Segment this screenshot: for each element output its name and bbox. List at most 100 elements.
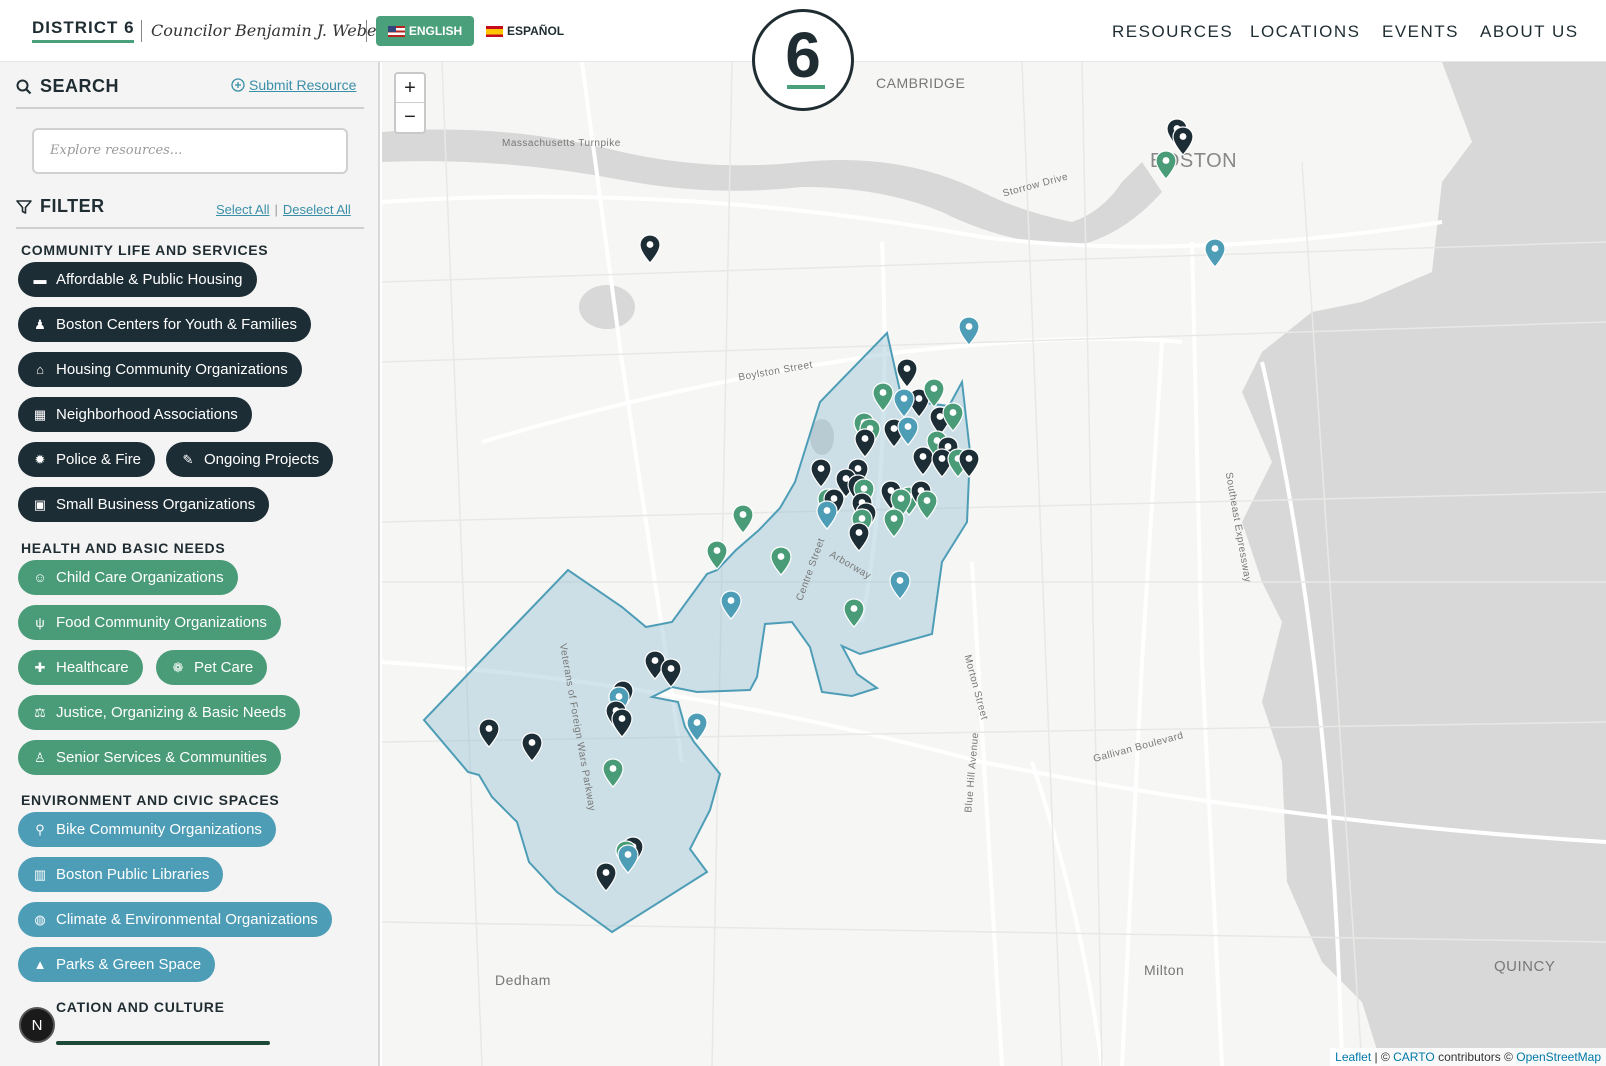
submit-resource-label: Submit Resource	[249, 77, 357, 93]
map-marker-icon[interactable]	[893, 388, 915, 418]
english-language-button[interactable]: ENGLISH	[376, 16, 474, 46]
nav-resources[interactable]: RESOURCES	[1112, 22, 1233, 42]
zoom-in-button[interactable]: +	[396, 74, 424, 103]
map-marker-icon[interactable]	[720, 590, 742, 620]
next-category-pill	[56, 1041, 270, 1045]
map-marker-icon[interactable]	[1155, 150, 1177, 180]
utensils-icon: ψ	[35, 615, 45, 630]
map-marker-icon[interactable]	[686, 712, 708, 742]
home-icon: ⌂	[36, 362, 44, 377]
map-marker-icon[interactable]	[770, 546, 792, 576]
nav-about-us[interactable]: ABOUT US	[1480, 22, 1579, 42]
filter-affordable-housing[interactable]: ▬ Affordable & Public Housing	[18, 262, 257, 297]
map-marker-icon[interactable]	[958, 316, 980, 346]
map-attribution: Leaflet | © CARTO contributors © OpenStr…	[1330, 1048, 1606, 1066]
category-heading: CATION AND CULTURE	[56, 999, 225, 1015]
map-marker-icon[interactable]	[602, 758, 624, 788]
nav-events[interactable]: EVENTS	[1382, 22, 1459, 42]
filter-libraries[interactable]: ▥ Boston Public Libraries	[18, 857, 224, 892]
filter-label: Senior Services & Communities	[56, 749, 267, 766]
map-marker-icon[interactable]	[872, 382, 894, 412]
map-marker-icon[interactable]	[732, 504, 754, 534]
filter-bike-orgs[interactable]: ⚲ Bike Community Organizations	[18, 812, 276, 847]
filter-climate-orgs[interactable]: ◍ Climate & Environmental Organizations	[18, 902, 332, 937]
map-marker-icon[interactable]	[889, 570, 911, 600]
map-marker-icon[interactable]	[611, 708, 633, 738]
filter-label: Food Community Organizations	[56, 614, 267, 631]
carto-link[interactable]: CARTO	[1393, 1050, 1435, 1064]
map-marker-icon[interactable]	[942, 402, 964, 432]
filter-label: Boston Public Libraries	[56, 866, 210, 883]
map-marker-icon[interactable]	[810, 458, 832, 488]
map-marker-icon[interactable]	[660, 658, 682, 688]
filter-police-fire[interactable]: ✹ Police & Fire	[18, 442, 156, 477]
header-divider	[366, 20, 367, 42]
wrench-icon: ✎	[182, 451, 194, 467]
map-marker-icon[interactable]	[843, 598, 865, 628]
map-marker-icon[interactable]	[521, 732, 543, 762]
filter-parks[interactable]: ▲ Parks & Green Space	[18, 947, 216, 982]
building-icon: ▦	[33, 406, 47, 422]
gavel-icon: ⚖	[34, 704, 46, 720]
filter-title: FILTER	[40, 196, 105, 216]
councilor-name: Councilor Benjamin J. Weber	[151, 21, 385, 40]
map-marker-icon[interactable]	[854, 428, 876, 458]
filter-senior-services[interactable]: ♙ Senior Services & Communities	[18, 740, 281, 775]
walking-person-icon: ♙	[34, 749, 46, 765]
map-marker-icon[interactable]	[478, 718, 500, 748]
help-badge[interactable]: N	[19, 1007, 55, 1043]
bed-icon: ▬	[33, 272, 47, 287]
book-icon: ▥	[33, 866, 47, 882]
map-marker-icon[interactable]	[706, 540, 728, 570]
map-marker-icon[interactable]	[883, 508, 905, 538]
filter-label: Small Business Organizations	[56, 496, 256, 513]
map-marker-icon[interactable]	[639, 234, 661, 264]
map-marker-icon[interactable]	[916, 490, 938, 520]
filter-label: Police & Fire	[56, 451, 142, 468]
search-title: SEARCH	[40, 76, 120, 96]
filter-neighborhood-assoc[interactable]: ▦ Neighborhood Associations	[18, 397, 252, 432]
map-marker-icon[interactable]	[848, 522, 870, 552]
filter-label: Housing Community Organizations	[56, 361, 288, 378]
map-marker-icon[interactable]	[897, 416, 919, 446]
child-icon: ♟	[34, 316, 46, 332]
osm-link[interactable]: OpenStreetMap	[1516, 1050, 1601, 1064]
filter-small-business[interactable]: ▣ Small Business Organizations	[18, 487, 270, 522]
map-label-dedham: Dedham	[495, 972, 551, 988]
deselect-all-link[interactable]: Deselect All	[283, 202, 351, 217]
filter-label: Bike Community Organizations	[56, 821, 262, 838]
search-input[interactable]: Explore resources...	[32, 128, 348, 174]
district-logo[interactable]: 6	[752, 9, 854, 111]
globe-icon: ◍	[34, 911, 46, 927]
submit-resource-link[interactable]: Submit Resource	[231, 77, 356, 93]
filter-housing-orgs[interactable]: ⌂ Housing Community Organizations	[18, 352, 302, 387]
select-all-link[interactable]: Select All	[216, 202, 269, 217]
district-title[interactable]: DISTRICT 6	[32, 18, 135, 38]
filter-heading: FILTER	[16, 196, 105, 217]
filter-label: Justice, Organizing & Basic Needs	[56, 704, 287, 721]
map-marker-icon[interactable]	[617, 844, 639, 874]
district-underline	[32, 40, 134, 43]
leaflet-link[interactable]: Leaflet	[1335, 1050, 1371, 1064]
filter-youth-families[interactable]: ♟ Boston Centers for Youth & Families	[18, 307, 311, 342]
zoom-out-button[interactable]: −	[396, 103, 424, 132]
map-marker-icon[interactable]	[595, 862, 617, 892]
logo-underline	[787, 85, 825, 89]
map-view[interactable]: CAMBRIDGE BOSTON Dedham Milton QUINCY Ma…	[382, 62, 1606, 1066]
filter-food-orgs[interactable]: ψ Food Community Organizations	[18, 605, 281, 640]
header-divider	[141, 20, 142, 42]
map-marker-icon[interactable]	[1204, 238, 1226, 268]
map-marker-icon[interactable]	[816, 500, 838, 530]
filter-healthcare[interactable]: ✚ Healthcare	[18, 650, 143, 685]
filter-justice[interactable]: ⚖ Justice, Organizing & Basic Needs	[18, 695, 301, 730]
map-marker-icon[interactable]	[958, 448, 980, 478]
filter-pet-care[interactable]: ❁ Pet Care	[156, 650, 268, 685]
filter-label: Climate & Environmental Organizations	[56, 911, 318, 928]
filter-ongoing-projects[interactable]: ✎ Ongoing Projects	[166, 442, 334, 477]
map-canvas[interactable]	[382, 62, 1606, 1066]
filter-child-care[interactable]: ☺ Child Care Organizations	[18, 560, 238, 595]
filter-label: Neighborhood Associations	[56, 406, 238, 423]
map-marker-icon[interactable]	[896, 358, 918, 388]
nav-locations[interactable]: LOCATIONS	[1250, 22, 1360, 42]
spanish-language-button[interactable]: ESPAÑOL	[486, 16, 564, 46]
